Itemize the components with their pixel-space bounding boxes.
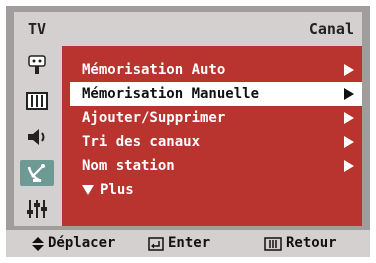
menu-item-auto-store[interactable]: Mémorisation Auto (70, 58, 362, 82)
input-source-label: TV (28, 20, 47, 38)
more-label: Plus (100, 182, 134, 198)
menu-item-label: Mémorisation Auto (82, 62, 226, 78)
menu-item-station-name[interactable]: Nom station (70, 154, 362, 178)
chevron-right-icon (344, 136, 354, 148)
menu-item-label: Ajouter/Supprimer (82, 110, 226, 126)
setup-icon[interactable] (20, 196, 54, 222)
up-down-arrows-icon (32, 236, 44, 251)
chevron-right-icon (344, 64, 354, 76)
enter-label: Enter (168, 235, 211, 251)
menu-item-label: Mémorisation Manuelle (82, 86, 260, 102)
chevron-right-icon (344, 160, 354, 172)
input-icon[interactable] (20, 52, 54, 78)
return-hint: Retour (264, 230, 337, 257)
channel-icon[interactable] (20, 160, 54, 186)
move-hint: Déplacer (32, 230, 115, 257)
chevron-right-icon (344, 88, 354, 100)
menu-item-sort-channels[interactable]: Tri des canaux (70, 130, 362, 154)
menu-header: TV Canal (14, 12, 362, 46)
footer-help-bar: Déplacer Enter Retour (6, 230, 370, 257)
more-button[interactable]: Plus (82, 180, 134, 200)
picture-icon[interactable] (20, 88, 54, 114)
sound-icon[interactable] (20, 124, 54, 150)
menu-title: Canal (308, 20, 354, 38)
menu-item-label: Tri des canaux (82, 134, 201, 150)
move-label: Déplacer (48, 235, 116, 251)
menu-item-label: Nom station (82, 158, 175, 174)
chevron-down-icon (82, 185, 94, 195)
enter-hint: Enter (148, 230, 210, 257)
menu-icon (264, 236, 282, 251)
menu-item-manual-store[interactable]: Mémorisation Manuelle (70, 82, 362, 106)
return-label: Retour (286, 235, 337, 251)
enter-icon (148, 236, 164, 251)
chevron-right-icon (344, 112, 354, 124)
menu-item-add-delete[interactable]: Ajouter/Supprimer (70, 106, 362, 130)
sidebar (14, 46, 62, 226)
